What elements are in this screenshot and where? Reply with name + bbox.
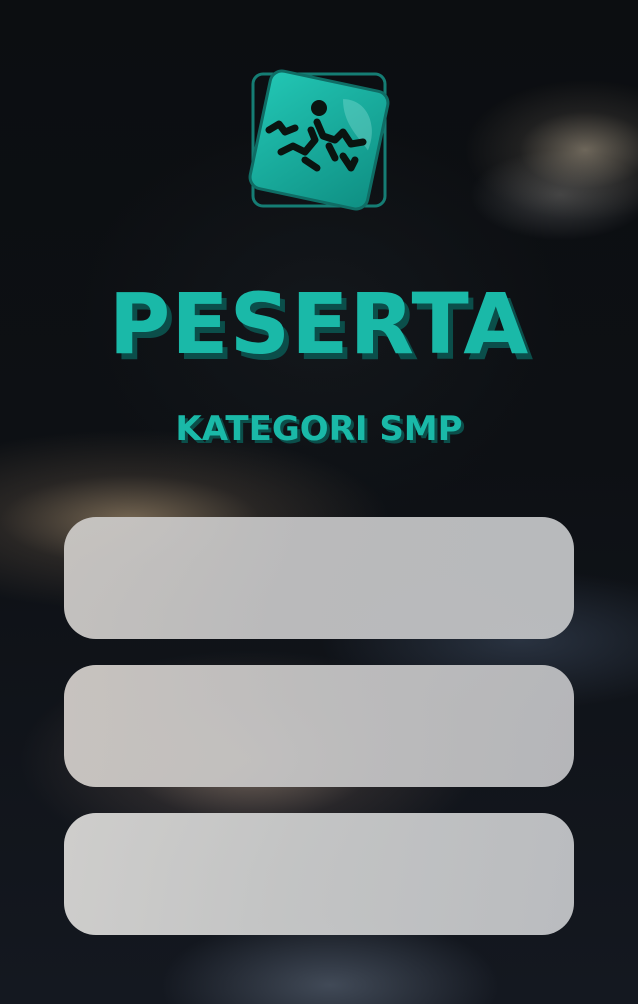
page-title: PESERTA: [108, 275, 530, 373]
figure-logo-icon: [248, 69, 390, 211]
info-field[interactable]: [64, 813, 574, 935]
school-field[interactable]: [64, 665, 574, 787]
category-subtitle: KATEGORI SMP: [175, 409, 463, 449]
logo: [239, 60, 399, 220]
name-field[interactable]: [64, 517, 574, 639]
